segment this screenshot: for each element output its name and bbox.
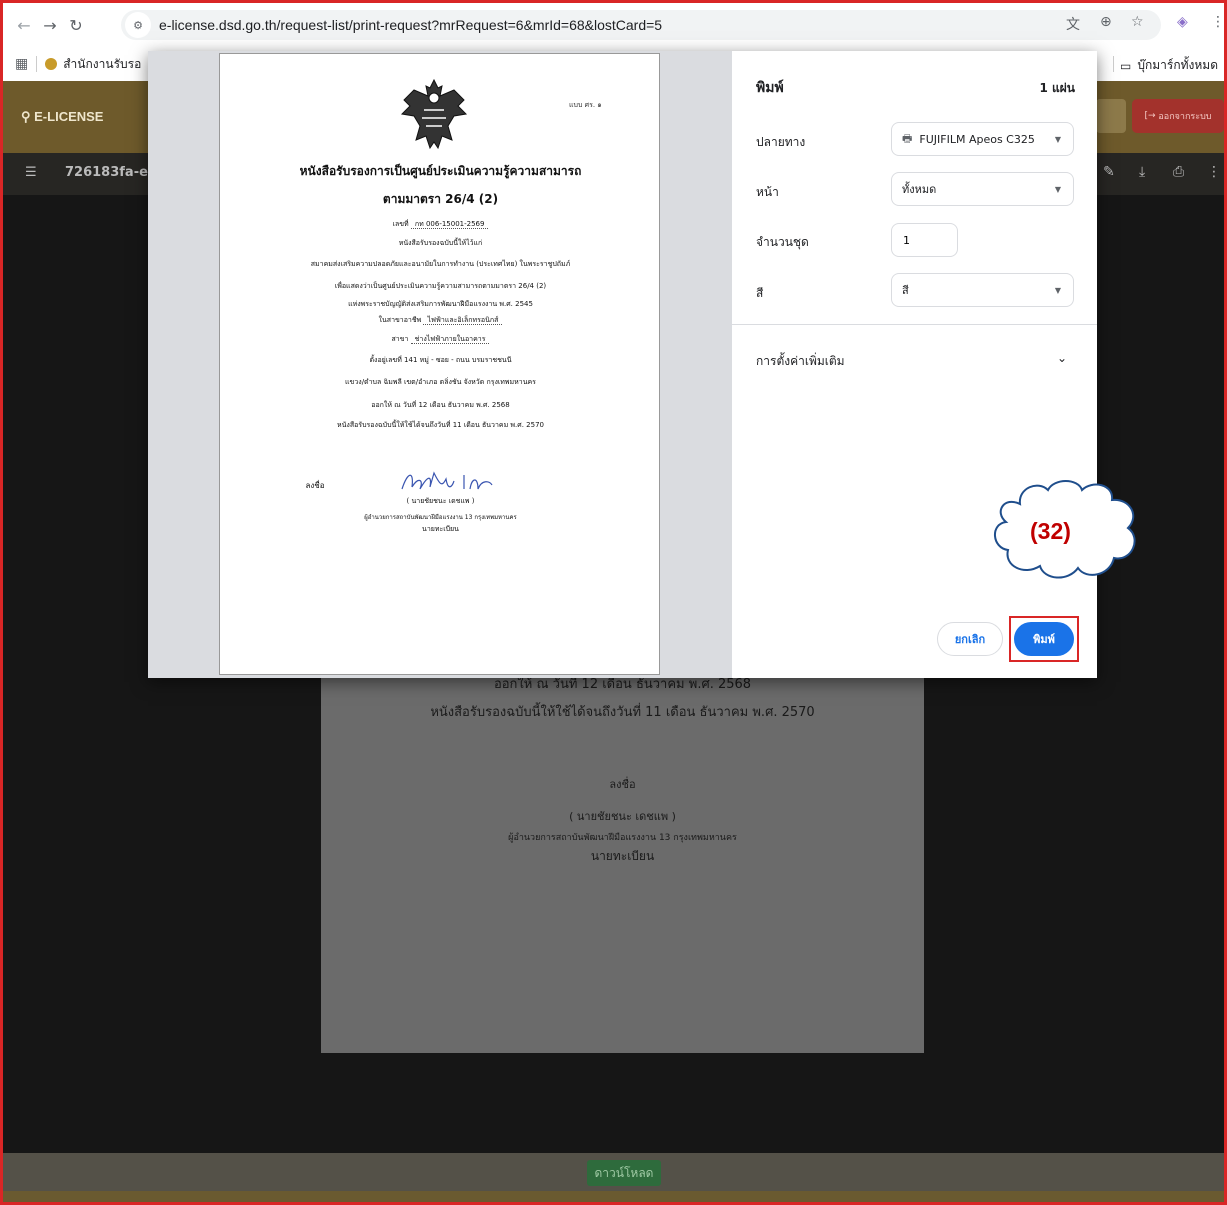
- certificate-number-value: กท 006-15001-2569: [410, 220, 489, 229]
- pages-label: หน้า: [756, 185, 779, 199]
- logout-icon: [→: [1144, 111, 1159, 121]
- chevron-down-icon: ▼: [1054, 286, 1061, 295]
- purpose-line: เพื่อแสดงว่าเป็นศูนย์ประเมินความรู้ความส…: [334, 282, 547, 290]
- branch-line: สาขา ช่างไฟฟ้าภายในอาคาร: [220, 334, 661, 345]
- form-code: แบบ ศร. ๑: [569, 101, 602, 109]
- field-value: ไฟฟ้าและอิเล็กทรอนิกส์: [423, 316, 503, 325]
- menu-icon[interactable]: ☰: [25, 165, 37, 180]
- logout-button[interactable]: [→ ออกจากระบบ: [1132, 99, 1224, 133]
- more-vert-icon[interactable]: ⋮: [1211, 14, 1225, 30]
- sheet-count: 1 แผ่น: [1039, 81, 1076, 95]
- bg-signer-title: ผู้อำนวยการสถาบันพัฒนาฝีมือแรงงาน 13 กรุ…: [508, 833, 737, 843]
- browser-toolbar: ← → ↻ ⚙ e-license.dsd.go.th/request-list…: [3, 3, 1225, 47]
- signer-title: ผู้อำนวยการสถาบันพัฒนาฝีมือแรงงาน 13 กรุ…: [364, 514, 517, 521]
- folder-icon: ▭: [1120, 58, 1132, 73]
- bg-signer-name: ( นายชัยชนะ เดชแพ ): [569, 810, 676, 823]
- certificate-subtitle: ตามมาตรา 26/4 (2): [382, 192, 499, 206]
- branch-label: สาขา: [391, 335, 409, 343]
- address-line-1: ตั้งอยู่เลขที่ 141 หมู่ - ซอย - ถนน บรมร…: [369, 356, 512, 364]
- organization-name: สมาคมส่งเสริมความปลอดภัยและอนามัยในการทำ…: [310, 260, 571, 268]
- download-icon[interactable]: ⤓: [1139, 164, 1145, 180]
- certificate-title: หนังสือรับรองการเป็นศูนย์ประเมินความรู้ค…: [299, 164, 582, 178]
- sign-prefix: ลงชื่อ: [305, 481, 325, 490]
- more-vert-icon[interactable]: ⋮: [1207, 164, 1221, 180]
- certificate-number-label: เลขที่: [392, 220, 409, 228]
- field-label: ในสาขาอาชีพ: [378, 316, 422, 324]
- annotate-icon[interactable]: ✎: [1103, 164, 1115, 180]
- star-icon[interactable]: ☆: [1131, 14, 1144, 30]
- download-bar: ดาวน์โหลด: [3, 1153, 1224, 1191]
- bookmark-favicon-icon: [45, 58, 58, 70]
- bg-signer-role: นายทะเบียน: [590, 849, 655, 863]
- chevron-down-icon: ▼: [1054, 185, 1061, 194]
- print-settings-panel: พิมพ์ 1 แผ่น ปลายทาง 🖶 FUJIFILM Apeos C3…: [732, 51, 1097, 678]
- destination-select[interactable]: 🖶 FUJIFILM Apeos C325 ▼: [891, 122, 1074, 156]
- dialog-title: พิมพ์: [756, 80, 784, 96]
- brand-logo[interactable]: ⚲ E-LICENSE: [21, 109, 103, 125]
- copies-label: จำนวนชุด: [756, 235, 809, 249]
- bg-valid-line: หนังสือรับรองฉบับนี้ให้ใช้ได้จนถึงวันที่…: [430, 705, 815, 720]
- granted-to: หนังสือรับรองฉบับนี้ให้ไว้แก่: [398, 239, 483, 247]
- all-bookmarks-label: บุ๊กมาร์กทั้งหมด: [1137, 58, 1218, 72]
- print-preview: แบบ ศร. ๑ หนังสือรับรองการเป็นศูนย์ประเม…: [148, 51, 732, 678]
- print-button-highlight: [1009, 616, 1079, 662]
- copies-input[interactable]: 1: [891, 223, 958, 257]
- printer-icon: 🖶: [902, 131, 913, 145]
- chevron-down-icon: ▼: [1054, 135, 1061, 144]
- destination-value: FUJIFILM Apeos C325: [919, 132, 1035, 146]
- extension-icon[interactable]: ◈: [1177, 14, 1188, 30]
- more-settings-toggle[interactable]: การตั้งค่าเพิ่มเติม: [756, 352, 845, 371]
- branch-value: ช่างไฟฟ้าภายในอาคาร: [410, 335, 490, 344]
- address-line-2: แขวง/ตำบล ฉิมพลี เขต/อำเภอ ตลิ่งชัน จังห…: [345, 378, 536, 386]
- preview-page: แบบ ศร. ๑ หนังสือรับรองการเป็นศูนย์ประเม…: [219, 53, 660, 675]
- brand-mark-icon: ⚲: [21, 109, 35, 124]
- address-bar[interactable]: ⚙ e-license.dsd.go.th/request-list/print…: [121, 10, 1161, 40]
- all-bookmarks[interactable]: ▭ บุ๊กมาร์กทั้งหมด: [1120, 56, 1218, 75]
- cancel-button[interactable]: ยกเลิก: [937, 622, 1003, 656]
- signer-role: นายทะเบียน: [422, 525, 459, 533]
- forward-arrow-icon[interactable]: →: [37, 12, 63, 38]
- download-button[interactable]: ดาวน์โหลด: [587, 1160, 661, 1186]
- color-select[interactable]: สี ▼: [891, 273, 1074, 307]
- destination-label: ปลายทาง: [756, 135, 806, 149]
- issued-line: ออกให้ ณ วันที่ 12 เดือน ธันวาคม พ.ศ. 25…: [371, 401, 510, 409]
- reload-icon[interactable]: ↻: [63, 12, 89, 38]
- translate-icon[interactable]: 文: [1066, 14, 1080, 34]
- garuda-emblem-icon: [400, 78, 468, 150]
- print-icon[interactable]: ⎙: [1173, 164, 1184, 180]
- site-info-icon[interactable]: ⚙: [125, 12, 151, 38]
- field-line: ในสาขาอาชีพ ไฟฟ้าและอิเล็กทรอนิกส์: [220, 315, 661, 326]
- bookmark-label: สำนักงานรับรอ: [63, 56, 142, 71]
- divider: [732, 324, 1097, 325]
- chevron-down-icon[interactable]: ⌄: [1057, 351, 1067, 365]
- url-text[interactable]: e-license.dsd.go.th/request-list/print-r…: [159, 17, 662, 33]
- act-line: แห่งพระราชบัญญัติส่งเสริมการพัฒนาฝีมือแร…: [348, 300, 533, 308]
- brand-name: E-LICENSE: [34, 109, 104, 124]
- bookmark-divider: [1113, 56, 1114, 72]
- bottom-strip: [3, 1191, 1224, 1202]
- color-label: สี: [756, 286, 764, 300]
- pages-value: ทั้งหมด: [902, 183, 937, 196]
- bg-sign-prefix: ลงชื่อ: [609, 778, 636, 791]
- signature-image: [401, 471, 493, 490]
- document-id: 726183fa-e3: [65, 165, 157, 180]
- pdf-page: ออกให้ ณ วันที่ 12 เดือน ธันวาคม พ.ศ. 25…: [321, 671, 924, 1053]
- bookmark-divider: [36, 56, 38, 72]
- signer-name: ( นายชัยชนะ เดชแพ ): [406, 497, 475, 505]
- apps-icon[interactable]: ▦: [15, 56, 28, 72]
- logout-label: ออกจากระบบ: [1158, 112, 1212, 122]
- profile-button[interactable]: [1096, 99, 1126, 133]
- color-value: สี: [902, 284, 909, 297]
- print-dialog: แบบ ศร. ๑ หนังสือรับรองการเป็นศูนย์ประเม…: [148, 51, 1097, 678]
- pages-select[interactable]: ทั้งหมด ▼: [891, 172, 1074, 206]
- bookmark-item[interactable]: สำนักงานรับรอ: [45, 55, 141, 74]
- valid-line: หนังสือรับรองฉบับนี้ให้ใช้ได้จนถึงวันที่…: [337, 421, 544, 429]
- back-arrow-icon[interactable]: ←: [11, 12, 37, 38]
- certificate-number: เลขที่ กท 006-15001-2569: [220, 219, 661, 230]
- callout-label: (32): [1030, 518, 1071, 544]
- zoom-icon[interactable]: ⊕: [1100, 14, 1112, 30]
